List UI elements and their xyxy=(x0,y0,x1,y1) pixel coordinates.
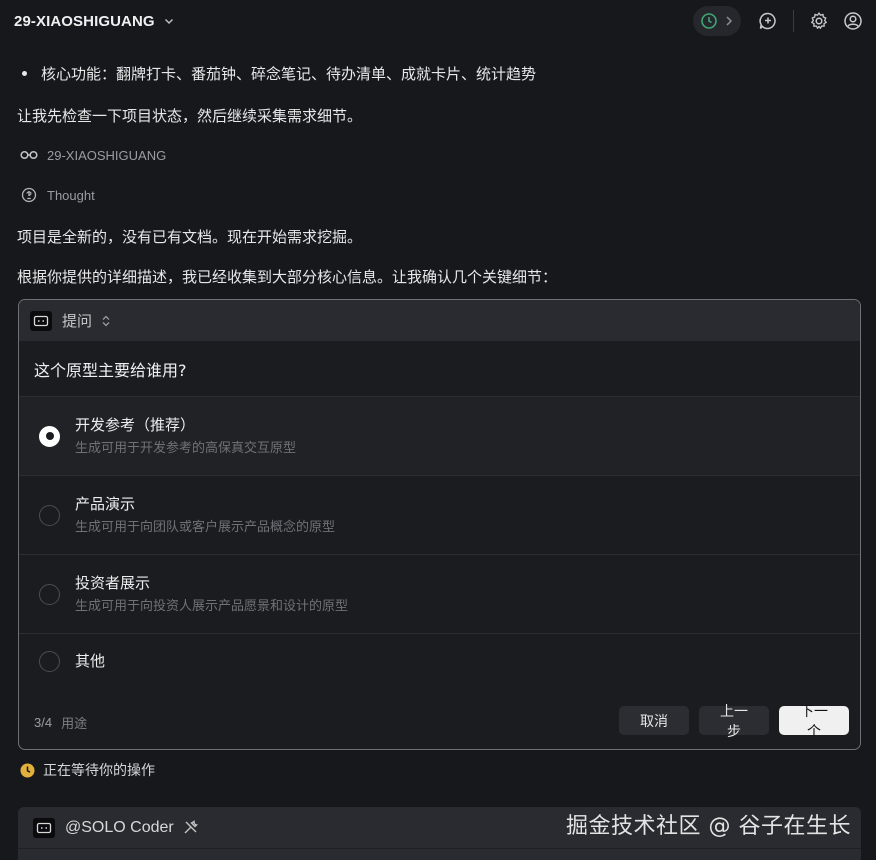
option-dev-reference[interactable]: 开发参考（推荐） 生成可用于开发参考的高保真交互原型 xyxy=(19,396,860,475)
waiting-status-text: 正在等待你的操作 xyxy=(43,763,155,779)
agent-card-divider xyxy=(18,848,861,849)
project-new-text: 项目是全新的，没有已有文档。现在开始需求挖掘。 xyxy=(17,228,363,246)
waiting-status: 正在等待你的操作 xyxy=(20,760,155,780)
clock-status-icon xyxy=(700,12,718,30)
option-desc: 生成可用于向投资人展示产品愿景和设计的原型 xyxy=(75,599,349,614)
bot-icon xyxy=(30,310,52,331)
settings-icon[interactable] xyxy=(808,10,830,32)
top-bar: 29-XIAOSHIGUANG xyxy=(0,0,876,42)
folder-reference[interactable]: 29-XIAOSHIGUANG xyxy=(20,146,166,164)
option-title: 投资者展示 xyxy=(75,574,151,592)
tools-icon[interactable] xyxy=(183,820,198,835)
lightbulb-icon xyxy=(20,186,38,204)
clock-icon xyxy=(20,763,35,778)
chevron-right-icon xyxy=(724,15,734,27)
account-icon[interactable] xyxy=(842,10,864,32)
agent-name: @SOLO Coder xyxy=(65,818,174,836)
bullet-dot xyxy=(22,71,27,76)
option-product-demo[interactable]: 产品演示 生成可用于向团队或客户展示产品概念的原型 xyxy=(19,475,860,554)
header-actions xyxy=(693,6,864,36)
step-name: 用途 xyxy=(61,717,88,732)
question-card-footer: 3/4 用途 取消 上一步 下一个 xyxy=(19,696,860,749)
option-title: 开发参考（推荐） xyxy=(75,416,196,434)
new-chat-icon[interactable] xyxy=(757,10,779,32)
chevron-down-icon[interactable] xyxy=(163,15,175,27)
radio-selected-icon[interactable] xyxy=(39,425,60,447)
question-card: 提问 这个原型主要给谁用? 开发参考（推荐） 生成可用于开发参考的高保真交互原型… xyxy=(18,299,861,750)
watermark-text: 掘金技术社区 @ 谷子在生长 xyxy=(566,814,851,839)
option-desc: 生成可用于开发参考的高保真交互原型 xyxy=(75,441,297,456)
feature-bullet-text: 核心功能：翻牌打卡、番茄钟、碎念笔记、待办清单、成就卡片、统计趋势 xyxy=(41,65,537,83)
question-card-header[interactable]: 提问 xyxy=(19,300,860,341)
project-title[interactable]: 29-XIAOSHIGUANG xyxy=(14,13,155,30)
radio-icon[interactable] xyxy=(39,651,60,672)
feature-bullet: 核心功能：翻牌打卡、番茄钟、碎念笔记、待办清单、成就卡片、统计趋势 xyxy=(22,63,536,84)
thought-toggle[interactable]: Thought xyxy=(20,186,95,204)
collapse-icon[interactable] xyxy=(101,315,111,327)
folder-reference-label: 29-XIAOSHIGUANG xyxy=(47,147,167,163)
cancel-button[interactable]: 取消 xyxy=(619,706,689,735)
task-status-pill[interactable] xyxy=(693,6,741,36)
check-intro-text: 让我先检查一下项目状态，然后继续采集需求细节。 xyxy=(17,107,363,125)
option-title: 产品演示 xyxy=(75,495,136,513)
question-text: 这个原型主要给谁用? xyxy=(19,341,860,396)
step-indicator: 3/4 xyxy=(34,715,53,730)
thought-label: Thought xyxy=(47,187,95,203)
radio-icon[interactable] xyxy=(39,504,60,526)
option-desc: 生成可用于向团队或客户展示产品概念的原型 xyxy=(75,520,336,535)
radio-icon[interactable] xyxy=(39,583,60,605)
header-divider xyxy=(793,10,794,32)
previous-step-button[interactable]: 上一步 xyxy=(699,704,769,740)
question-card-title: 提问 xyxy=(62,312,93,330)
confirm-intro-text: 根据你提供的详细描述，我已经收集到大部分核心信息。让我确认几个关键细节： xyxy=(17,268,558,286)
glasses-icon xyxy=(20,146,38,164)
option-investor-demo[interactable]: 投资者展示 生成可用于向投资人展示产品愿景和设计的原型 xyxy=(19,554,860,633)
question-actions: 取消 上一步 下一个 xyxy=(619,704,849,740)
next-button[interactable]: 下一个 xyxy=(779,704,849,740)
bot-icon xyxy=(33,817,55,838)
option-title: 其他 xyxy=(75,652,106,670)
